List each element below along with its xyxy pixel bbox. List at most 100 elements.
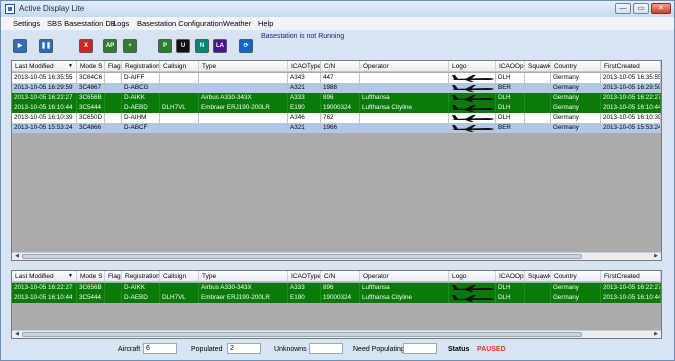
populated-count-field[interactable]: 2 <box>227 343 261 354</box>
col-registration-header[interactable]: Registration <box>122 271 160 282</box>
la-button[interactable]: LA <box>213 39 227 53</box>
table-row[interactable]: 2013-10-05 16:29:59 3C4867 D-ABCG A321 1988 B… <box>12 83 661 93</box>
last-modified-cell[interactable]: 2013-10-05 16:10:44 <box>12 293 77 303</box>
registration-cell[interactable]: D-AEBD <box>122 293 160 303</box>
flag-cell[interactable] <box>105 113 122 123</box>
callsign-cell[interactable] <box>160 93 199 103</box>
flag-cell[interactable] <box>105 123 122 133</box>
first-created-cell[interactable]: 2013-10-05 16:22:27 <box>601 93 661 103</box>
last-modified-cell[interactable]: 2013-10-05 16:22:27 <box>12 283 77 293</box>
cn-cell[interactable]: 1988 <box>321 83 360 93</box>
menu-sbs-basestation-db[interactable]: SBS Basestation DB <box>47 19 116 28</box>
callsign-cell[interactable] <box>160 83 199 93</box>
col-country-header[interactable]: Country <box>551 271 601 282</box>
first-created-cell[interactable]: 2013-10-05 16:35:55 <box>601 73 661 83</box>
callsign-cell[interactable] <box>160 123 199 133</box>
type-cell[interactable]: Airbus A330-343X <box>199 283 288 293</box>
icao-op-cell[interactable]: DLH <box>496 73 525 83</box>
squawk-cell[interactable] <box>525 73 551 83</box>
icao-op-cell[interactable]: DLH <box>496 103 525 113</box>
callsign-cell[interactable] <box>160 283 199 293</box>
scroll-right-icon[interactable]: ▶ <box>652 253 660 260</box>
type-cell[interactable]: Embraer ERJ190-200LR <box>199 293 288 303</box>
col-logo-header[interactable]: Logo <box>449 61 496 72</box>
col-country-header[interactable]: Country <box>551 61 601 72</box>
icao-op-cell[interactable]: DLH <box>496 113 525 123</box>
unknowns-count-field[interactable] <box>309 343 343 354</box>
icao-type-cell[interactable]: A343 <box>288 73 321 83</box>
mode-s-cell[interactable]: 3C4866 <box>77 123 105 133</box>
pause-button[interactable]: ❚❚ <box>39 39 53 53</box>
icao-type-cell[interactable]: A346 <box>288 113 321 123</box>
col-cn-header[interactable]: C/N <box>321 61 360 72</box>
squawk-cell[interactable] <box>525 93 551 103</box>
menu-basestation-configuration[interactable]: Basestation Configuration <box>137 19 223 28</box>
logo-cell[interactable] <box>449 293 496 303</box>
horizontal-scrollbar[interactable]: ◀ ▶ <box>12 330 661 338</box>
flag-cell[interactable] <box>105 293 122 303</box>
table-row[interactable]: 2013-10-05 16:35:55 3C64C6 D-AIFF A343 447 DL… <box>12 73 661 83</box>
icao-op-cell[interactable]: BER <box>496 83 525 93</box>
icao-type-cell[interactable]: E190 <box>288 103 321 113</box>
cn-cell[interactable]: 896 <box>321 93 360 103</box>
registration-cell[interactable]: D-AEBD <box>122 103 160 113</box>
table-row[interactable]: 2013-10-05 16:10:44 3C5444 D-AEBD DLH7VL Emb… <box>12 293 661 303</box>
first-created-cell[interactable]: 2013-10-05 16:10:39 <box>601 113 661 123</box>
squawk-cell[interactable] <box>525 113 551 123</box>
col-last-modified-header[interactable]: Last Modified ▼ <box>12 271 77 282</box>
callsign-cell[interactable] <box>160 73 199 83</box>
delete-button[interactable]: X <box>79 39 93 53</box>
flag-cell[interactable] <box>105 93 122 103</box>
icao-op-cell[interactable]: BER <box>496 123 525 133</box>
mode-s-cell[interactable]: 3C656B <box>77 283 105 293</box>
col-registration-header[interactable]: Registration <box>122 61 160 72</box>
last-modified-cell[interactable]: 2013-10-05 16:22:27 <box>12 93 77 103</box>
first-created-cell[interactable]: 2013-10-05 16:29:59 <box>601 83 661 93</box>
refresh-button[interactable]: ⟳ <box>239 39 253 53</box>
last-modified-cell[interactable]: 2013-10-05 16:10:44 <box>12 103 77 113</box>
minimize-button[interactable]: — <box>615 3 631 14</box>
table-row[interactable]: 2013-10-05 16:22:27 3C656B D-AIKK Airbus A3… <box>12 283 661 293</box>
registration-cell[interactable]: D-ABCG <box>122 83 160 93</box>
country-cell[interactable]: Germany <box>551 293 601 303</box>
first-created-cell[interactable]: 2013-10-05 16:10:44 <box>601 103 661 113</box>
type-cell[interactable] <box>199 113 288 123</box>
logo-cell[interactable] <box>449 83 496 93</box>
mode-s-cell[interactable]: 3C5444 <box>77 293 105 303</box>
cn-cell[interactable]: 19000324 <box>321 293 360 303</box>
col-type-header[interactable]: Type <box>199 271 288 282</box>
col-mode-s-header[interactable]: Mode S <box>77 271 105 282</box>
col-operator-header[interactable]: Operator <box>360 271 449 282</box>
maximize-button[interactable]: ▭ <box>633 3 649 14</box>
cn-cell[interactable]: 447 <box>321 73 360 83</box>
registration-cell[interactable]: D-AIKK <box>122 93 160 103</box>
table-row[interactable]: 2013-10-05 16:10:39 3C650D D-AIHM A346 762 DL… <box>12 113 661 123</box>
last-modified-cell[interactable]: 2013-10-05 16:10:39 <box>12 113 77 123</box>
ap-button[interactable]: AP <box>103 39 117 53</box>
table-row[interactable]: 2013-10-05 15:53:24 3C4866 D-ABCF A321 1966 B… <box>12 123 661 133</box>
scrollbar-thumb[interactable] <box>22 254 582 259</box>
logo-cell[interactable] <box>449 113 496 123</box>
country-cell[interactable]: Germany <box>551 103 601 113</box>
first-created-cell[interactable]: 2013-10-05 16:22:27 <box>601 283 661 293</box>
icao-type-cell[interactable]: E190 <box>288 293 321 303</box>
registration-cell[interactable]: D-AIKK <box>122 283 160 293</box>
operator-cell[interactable] <box>360 113 449 123</box>
type-cell[interactable] <box>199 123 288 133</box>
scroll-left-icon[interactable]: ◀ <box>13 331 21 338</box>
scroll-left-icon[interactable]: ◀ <box>13 253 21 260</box>
col-mode-s-header[interactable]: Mode S <box>77 61 105 72</box>
col-callsign-header[interactable]: Callsign <box>160 61 199 72</box>
menu-weather[interactable]: Weather <box>223 19 251 28</box>
mode-s-cell[interactable]: 3C64C6 <box>77 73 105 83</box>
col-first-created-header[interactable]: FirstCreated <box>601 61 661 72</box>
country-cell[interactable]: Germany <box>551 73 601 83</box>
icao-type-cell[interactable]: A333 <box>288 283 321 293</box>
country-cell[interactable]: Germany <box>551 123 601 133</box>
cn-cell[interactable]: 762 <box>321 113 360 123</box>
logo-cell[interactable] <box>449 103 496 113</box>
cn-cell[interactable]: 896 <box>321 283 360 293</box>
registration-cell[interactable]: D-AIHM <box>122 113 160 123</box>
menu-settings[interactable]: Settings <box>13 19 40 28</box>
flag-cell[interactable] <box>105 83 122 93</box>
